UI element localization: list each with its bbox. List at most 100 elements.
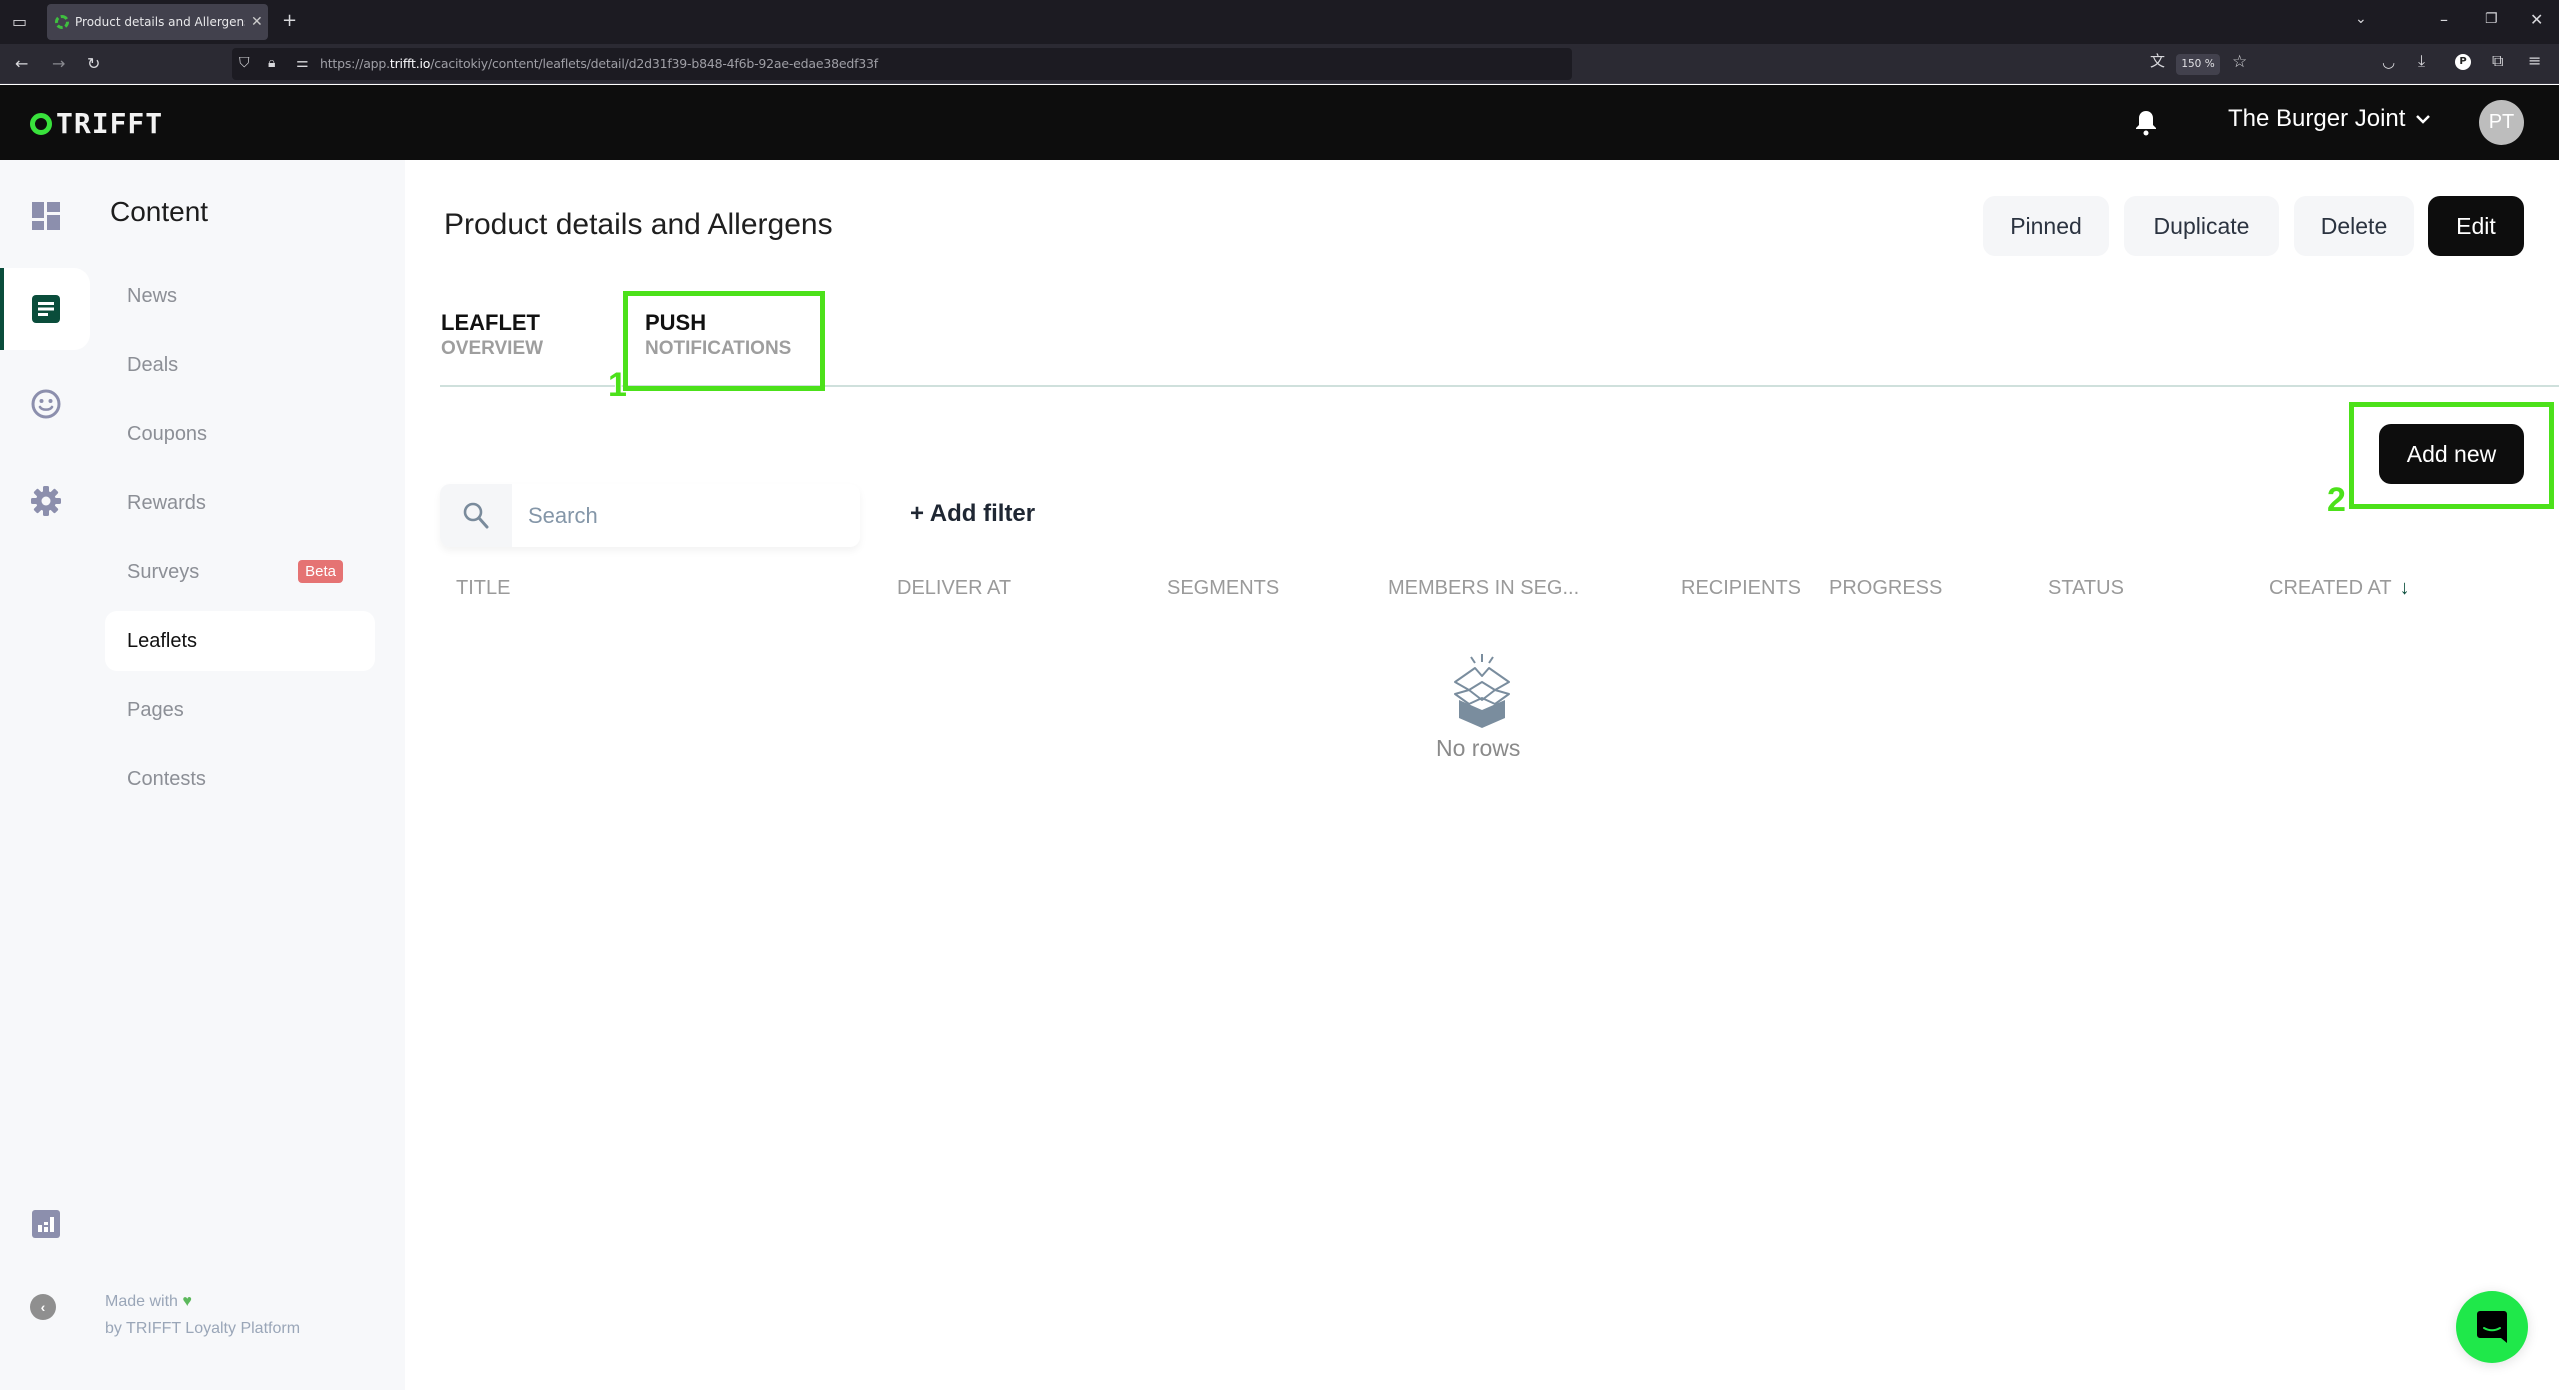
content-icon[interactable] — [30, 293, 62, 325]
sidebar: Content News Deals Coupons Rewards Surve… — [0, 160, 405, 1390]
column-header-segments[interactable]: SEGMENTS — [1167, 577, 1279, 600]
tab-overview-icon[interactable]: ▭ — [12, 14, 27, 30]
shield-icon[interactable]: ⛉ — [239, 56, 250, 70]
zoom-level-badge[interactable]: 150 % — [2176, 54, 2220, 75]
beta-badge: Beta — [298, 560, 343, 583]
column-header-title[interactable]: TITLE — [456, 577, 510, 600]
column-header-recipients[interactable]: RECIPIENTS — [1681, 577, 1801, 600]
chevron-left-icon: ‹ — [40, 1299, 46, 1315]
list-tabs-icon[interactable]: ⌄ — [2355, 12, 2367, 26]
edit-button[interactable]: Edit — [2428, 196, 2524, 256]
chevron-down-icon — [2416, 115, 2431, 124]
collapse-sidebar-button[interactable]: ‹ — [30, 1294, 56, 1320]
analytics-icon[interactable] — [30, 1208, 62, 1240]
sidebar-item-pages[interactable]: Pages — [105, 680, 375, 740]
members-smiley-icon[interactable] — [30, 388, 62, 420]
sidebar-section-title: Content — [110, 196, 209, 227]
url-text[interactable]: https://app.trifft.io/cacitokiy/content/… — [320, 56, 878, 71]
search-input[interactable] — [528, 498, 848, 534]
close-tab-icon[interactable]: ✕ — [251, 14, 263, 30]
logo-text: TRIFFT — [56, 107, 164, 140]
new-tab-icon[interactable]: + — [282, 12, 297, 30]
sidebar-item-leaflets[interactable]: Leaflets — [105, 611, 375, 671]
translate-icon[interactable]: 文 — [2150, 54, 2165, 69]
dashboard-icon[interactable] — [30, 200, 62, 232]
tab-label-secondary: NOTIFICATIONS — [645, 338, 792, 359]
column-header-deliver-at[interactable]: DELIVER AT — [897, 577, 1011, 600]
tab-favicon-icon — [55, 15, 69, 29]
pocket-icon[interactable]: ◡ — [2382, 55, 2395, 70]
rail-active-indicator — [0, 268, 4, 350]
support-chat-button[interactable] — [2456, 1291, 2528, 1363]
extensions-icon[interactable]: ⧉ — [2492, 53, 2503, 69]
permissions-icon[interactable]: ⚌ — [296, 56, 309, 70]
sidebar-item-deals[interactable]: Deals — [105, 335, 375, 395]
sidebar-item-label: Coupons — [127, 422, 208, 445]
sidebar-item-news[interactable]: News — [105, 266, 375, 326]
minimize-icon[interactable]: – — [2440, 12, 2448, 28]
search-icon-box — [440, 484, 512, 547]
sidebar-item-label: Rewards — [127, 491, 206, 514]
profile-extension-icon[interactable]: P — [2455, 54, 2471, 70]
pinned-button[interactable]: Pinned — [1983, 196, 2109, 256]
page-title: Product details and Allergens — [444, 208, 833, 241]
sidebar-item-contests[interactable]: Contests — [105, 749, 375, 809]
add-filter-button[interactable]: + Add filter — [910, 500, 1035, 528]
trifft-logo[interactable]: TRIFFT — [30, 107, 163, 140]
column-header-members-in-segments[interactable]: MEMBERS IN SEG... — [1388, 577, 1579, 600]
sidebar-item-label: Contests — [127, 767, 206, 790]
sidebar-item-label: Pages — [127, 698, 184, 721]
url-host: trifft.io — [389, 56, 431, 71]
chat-bubble-icon — [2477, 1311, 2507, 1343]
organization-name: The Burger Joint — [2228, 105, 2406, 132]
url-prefix: https://app. — [320, 56, 390, 71]
heart-icon: ♥ — [182, 1293, 192, 1310]
logo-ring-icon — [30, 112, 52, 135]
user-avatar[interactable]: PT — [2479, 100, 2524, 145]
sidebar-item-rewards[interactable]: Rewards — [105, 473, 375, 533]
back-icon[interactable]: ← — [15, 56, 28, 72]
delete-button[interactable]: Delete — [2294, 196, 2414, 256]
tab-leaflet-overview[interactable]: LEAFLET OVERVIEW — [441, 310, 543, 362]
sort-descending-icon: ↓ — [2399, 577, 2410, 599]
sidebar-item-label: Leaflets — [127, 629, 198, 652]
footer-line1: Made with — [105, 1293, 178, 1310]
tab-label-primary: LEAFLET — [441, 310, 540, 335]
sidebar-item-surveys[interactable]: Surveys Beta — [105, 542, 375, 602]
add-new-button[interactable]: Add new — [2379, 424, 2524, 484]
tab-push-notifications[interactable]: PUSH NOTIFICATIONS — [645, 310, 791, 362]
search-icon — [463, 502, 489, 528]
settings-gear-icon[interactable] — [30, 485, 62, 517]
close-window-icon[interactable]: ✕ — [2530, 12, 2543, 28]
bookmark-star-icon[interactable]: ☆ — [2232, 54, 2247, 71]
restore-icon[interactable]: ❐ — [2485, 12, 2498, 26]
downloads-icon[interactable]: ⤓ — [2418, 53, 2425, 69]
column-header-label: CREATED AT — [2269, 577, 2392, 599]
menu-icon[interactable]: ≡ — [2528, 53, 2541, 69]
organization-switcher[interactable]: The Burger Joint — [2228, 105, 2431, 133]
sidebar-item-coupons[interactable]: Coupons — [105, 404, 375, 464]
empty-state-text: No rows — [1436, 735, 1521, 761]
tab-label-primary: PUSH — [645, 310, 707, 335]
column-header-progress[interactable]: PROGRESS — [1829, 577, 1942, 600]
footer-line2: by TRIFFT Loyalty Platform — [105, 1320, 301, 1337]
url-path: /cacitokiy/content/leaflets/detail/d2d31… — [430, 56, 878, 71]
search-box — [440, 484, 860, 547]
made-with-footer: Made with ♥ by TRIFFT Loyalty Platform — [105, 1288, 300, 1342]
empty-box-icon — [1454, 654, 1510, 728]
sidebar-item-label: Deals — [127, 353, 179, 376]
tab-label-secondary: OVERVIEW — [441, 338, 544, 359]
browser-tabstrip: ▭ Product details and Allergens - ✕ + ⌄ … — [0, 0, 2559, 44]
browser-tab[interactable]: Product details and Allergens - ✕ — [47, 4, 268, 40]
reload-icon[interactable]: ↻ — [87, 56, 100, 72]
lock-icon[interactable]: 🔒︎ — [268, 56, 275, 70]
column-header-created-at[interactable]: CREATED AT ↓ — [2269, 577, 2410, 600]
sidebar-item-label: Surveys — [127, 560, 200, 583]
sidebar-item-label: News — [127, 284, 178, 307]
notifications-bell-icon[interactable] — [2134, 109, 2158, 137]
column-header-status[interactable]: STATUS — [2048, 577, 2124, 600]
tabs-divider — [440, 385, 2559, 387]
browser-tab-title: Product details and Allergens - — [75, 15, 245, 29]
duplicate-button[interactable]: Duplicate — [2124, 196, 2279, 256]
forward-icon[interactable]: → — [52, 56, 65, 72]
